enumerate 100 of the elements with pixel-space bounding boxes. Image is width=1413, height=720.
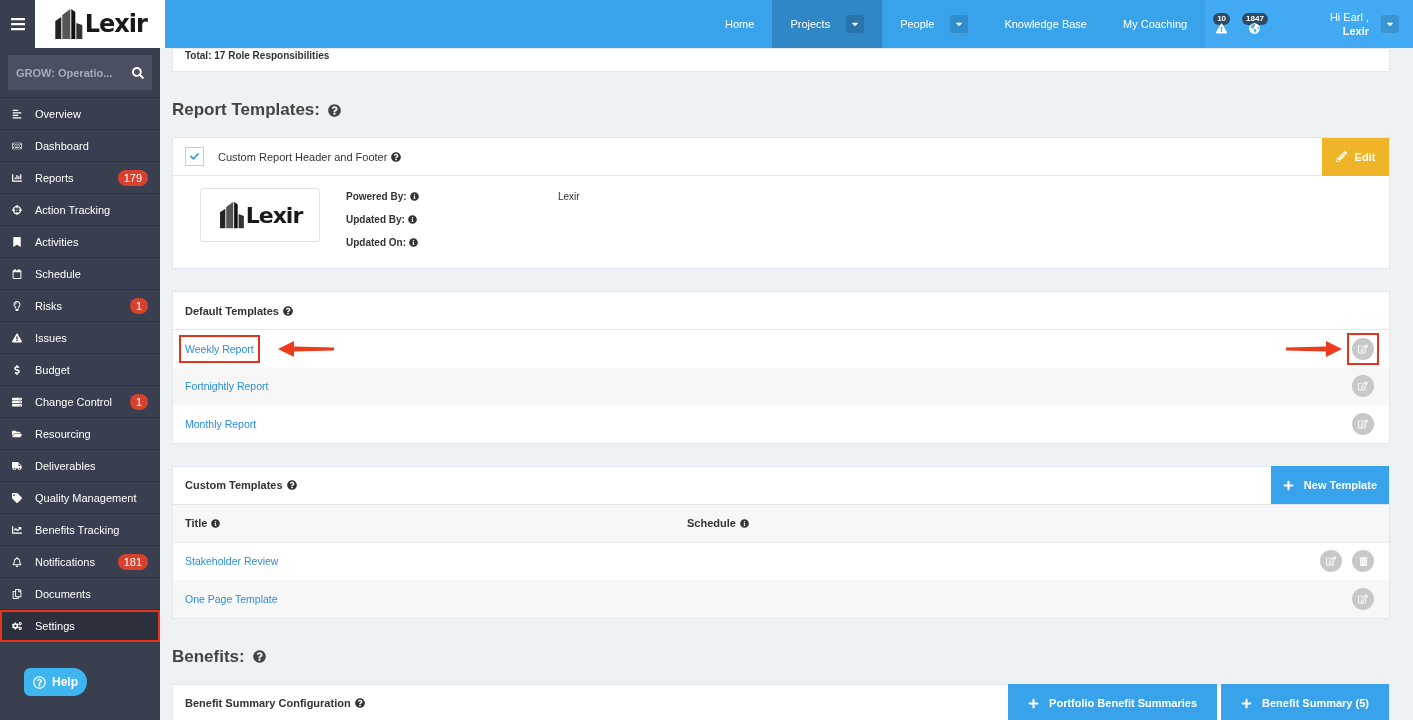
sidebar-item[interactable]: Action Tracking xyxy=(0,194,160,226)
globe-icon xyxy=(1249,22,1261,34)
sidebar-item[interactable]: Overview xyxy=(0,98,160,130)
help-icon xyxy=(391,151,402,162)
section-heading: Benefits: xyxy=(172,646,245,667)
lightbulb-icon xyxy=(12,300,22,311)
info-icon xyxy=(407,215,417,224)
warning-icon xyxy=(1216,22,1228,34)
question-icon xyxy=(33,675,46,689)
info-icon xyxy=(409,192,419,201)
sidebar-item[interactable]: Settings xyxy=(0,610,160,642)
edit-button[interactable] xyxy=(1352,587,1374,610)
count-badge: 1 xyxy=(129,297,148,314)
stack-icon xyxy=(12,396,22,407)
template-link[interactable]: Stakeholder Review xyxy=(181,549,283,574)
dropdown-button[interactable] xyxy=(846,15,865,33)
count-badge: 179 xyxy=(117,169,148,186)
card-title: Custom Report Header and Footer xyxy=(218,150,388,163)
edit-button[interactable] xyxy=(1320,550,1342,573)
edit-icon xyxy=(1358,343,1368,354)
template-link[interactable]: Monthly Report xyxy=(181,411,261,436)
count-badge: 1847 xyxy=(1242,12,1268,25)
sidebar-item[interactable]: Budget xyxy=(0,354,160,386)
sidebar-item[interactable]: Change Control 1 xyxy=(0,386,160,418)
calendar-icon xyxy=(12,268,22,279)
sidebar-item[interactable]: Schedule xyxy=(0,258,160,290)
field-label: Updated By: xyxy=(346,214,405,225)
sidebar-item[interactable]: Resourcing xyxy=(0,418,160,450)
field-label: Updated On: xyxy=(346,237,406,248)
project-search-field[interactable]: GROW: Operatio... xyxy=(8,55,152,90)
pencil-icon xyxy=(1335,151,1347,162)
help-icon xyxy=(282,305,293,316)
sidebar-item[interactable]: Deliverables xyxy=(0,450,160,482)
bookmark-icon xyxy=(12,236,22,247)
info-icon xyxy=(211,518,221,528)
sidebar-item[interactable]: Risks 1 xyxy=(0,290,160,322)
template-link[interactable]: Weekly Report xyxy=(181,336,258,361)
checkbox[interactable] xyxy=(185,147,204,166)
buildings-icon xyxy=(217,200,245,230)
plus-icon xyxy=(1028,697,1040,709)
user-menu-button[interactable] xyxy=(1381,15,1399,33)
section-heading: Report Templates: xyxy=(172,100,320,120)
count-badge: 181 xyxy=(117,553,148,570)
help-icon xyxy=(252,650,266,663)
count-badge: 1 xyxy=(129,393,148,410)
lines-icon xyxy=(12,108,22,119)
menu-button[interactable] xyxy=(0,0,35,48)
edit-icon xyxy=(1326,556,1336,567)
total-text: Total: 17 Role Responsibilities xyxy=(185,50,330,61)
crosshair-icon xyxy=(12,204,22,215)
sidebar-item[interactable]: Notifications 181 xyxy=(0,546,160,578)
sidebar-item[interactable]: Dashboard xyxy=(0,130,160,162)
search-icon xyxy=(132,66,144,79)
edit-icon xyxy=(1358,593,1368,604)
edit-icon xyxy=(1358,418,1368,429)
delete-button[interactable] xyxy=(1352,550,1374,573)
logo-text: Lexir xyxy=(84,10,147,38)
truck-icon xyxy=(12,460,22,471)
gears-icon xyxy=(12,620,22,631)
buildings-icon xyxy=(53,7,84,41)
sidebar-item[interactable]: Benefits Tracking xyxy=(0,514,160,546)
help-icon xyxy=(354,698,365,708)
help-icon xyxy=(286,480,297,490)
sidebar-item[interactable]: Reports 179 xyxy=(0,162,160,194)
edit-button[interactable] xyxy=(1352,412,1374,435)
field-value: Lexir xyxy=(558,191,581,202)
card-title: Benefit Summary Configuration xyxy=(185,697,351,709)
field-label: Powered By: xyxy=(346,191,407,202)
card-title: Default Templates xyxy=(185,304,279,317)
edit-button[interactable] xyxy=(1352,375,1374,398)
copy-icon xyxy=(12,588,22,599)
plus-icon xyxy=(1241,697,1252,709)
globe-alert[interactable]: 1847 xyxy=(1242,12,1268,36)
bell-icon xyxy=(12,556,22,567)
keyboard-icon xyxy=(12,140,22,151)
folder-icon xyxy=(12,428,22,439)
edit-button[interactable] xyxy=(1352,337,1374,360)
arrow-icon xyxy=(277,340,334,357)
plus-icon xyxy=(1282,479,1294,491)
column-header: Title xyxy=(185,517,208,529)
dollar-icon xyxy=(12,364,22,375)
count-badge: 10 xyxy=(1213,12,1231,25)
warning-icon xyxy=(12,332,22,343)
logo-text: Lexir xyxy=(245,202,303,228)
trash-icon xyxy=(1358,556,1368,566)
tag-icon xyxy=(12,492,22,503)
sidebar-item[interactable]: Issues xyxy=(0,322,160,354)
sidebar-item[interactable]: Activities xyxy=(0,226,160,258)
bar-chart-icon xyxy=(12,172,22,183)
nav-tab[interactable]: Projects xyxy=(772,0,883,48)
sidebar-item[interactable]: Quality Management xyxy=(0,482,160,514)
logo[interactable]: Lexir xyxy=(35,0,165,48)
info-icon xyxy=(409,238,418,247)
edit-icon xyxy=(1358,381,1368,392)
check-icon xyxy=(190,152,199,161)
dropdown-button[interactable] xyxy=(950,15,969,33)
warning-alert[interactable]: 10 xyxy=(1213,12,1231,36)
help-icon xyxy=(328,103,341,117)
info-icon xyxy=(739,518,749,528)
menu-icon xyxy=(9,16,26,32)
